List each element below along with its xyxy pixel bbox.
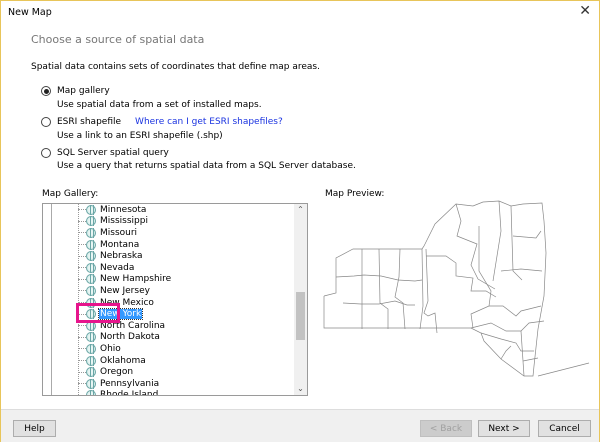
county-line xyxy=(489,305,542,317)
back-button[interactable]: < Back xyxy=(420,420,472,437)
county-line xyxy=(455,203,496,290)
county-line xyxy=(480,332,534,352)
footer-bar: Help < Back Next > Cancel xyxy=(1,409,599,442)
county-line xyxy=(419,248,424,330)
county-line xyxy=(335,274,423,282)
county-line xyxy=(500,345,512,360)
county-line xyxy=(394,248,406,330)
county-line xyxy=(423,248,438,334)
next-button[interactable]: Next > xyxy=(478,420,530,437)
county-line xyxy=(342,300,415,306)
county-line xyxy=(426,255,497,298)
map-preview xyxy=(323,200,590,377)
county-line xyxy=(470,320,545,332)
long-island xyxy=(537,362,590,377)
county-line xyxy=(512,230,542,239)
county-line xyxy=(378,248,389,329)
cancel-button[interactable]: Cancel xyxy=(538,420,591,437)
state-outline xyxy=(323,200,547,377)
county-line xyxy=(522,357,539,362)
county-line xyxy=(520,330,525,377)
county-line xyxy=(492,200,502,282)
help-button[interactable]: Help xyxy=(13,420,56,437)
county-line xyxy=(500,268,543,272)
new-map-dialog: New Map ✕ Choose a source of spatial dat… xyxy=(0,0,600,442)
county-line xyxy=(470,226,492,329)
